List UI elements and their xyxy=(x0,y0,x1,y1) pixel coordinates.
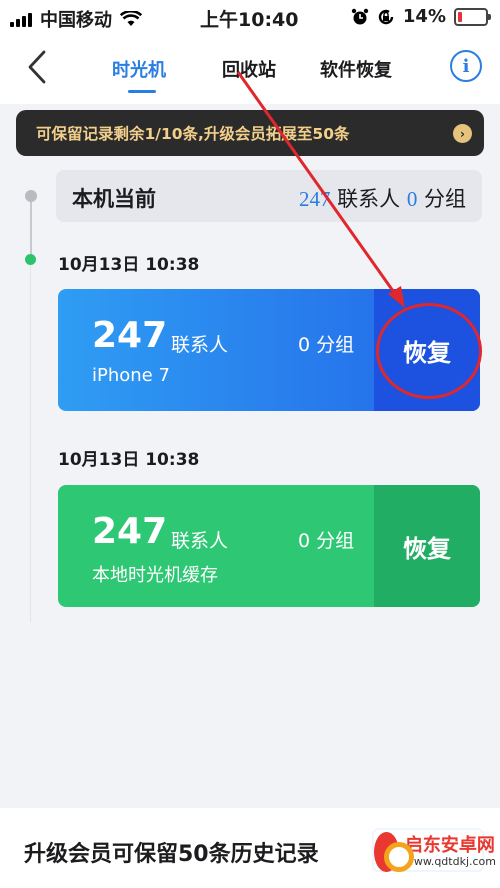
watermark-text: 启东安卓网 www.qdtdkj.com xyxy=(405,836,496,868)
upgrade-banner[interactable]: 可保留记录剩余1/10条,升级会员拓展至50条 › xyxy=(16,110,484,156)
watermark-title: 启东安卓网 xyxy=(404,835,495,857)
current-title: 本机当前 xyxy=(72,187,156,211)
upgrade-hint: 升级会员可保留50条历史记录 xyxy=(24,842,319,867)
info-icon[interactable]: i xyxy=(450,50,482,82)
current-device-card: 本机当前 247 联系人 0 分组 xyxy=(56,170,482,222)
status-bar: 中国移动 上午10:40 14% xyxy=(0,0,500,34)
battery-icon xyxy=(454,7,491,26)
back-chevron-icon[interactable] xyxy=(24,48,52,86)
current-groups-count: 0 xyxy=(406,187,418,211)
orientation-lock-icon xyxy=(378,9,394,24)
status-right: 14% xyxy=(351,6,491,27)
record-date: 10月13日 10:38 xyxy=(58,255,200,275)
timeline-dot-record xyxy=(25,254,36,265)
battery-percent: 14% xyxy=(402,6,446,27)
record-groups: 0 分组 xyxy=(298,530,355,552)
record-groups: 0 分组 xyxy=(298,334,355,356)
current-groups-label: 分组 xyxy=(424,187,466,211)
current-stats: 247 联系人 0 分组 xyxy=(299,183,466,213)
record-contacts-count: 247 xyxy=(92,315,168,356)
wifi-icon xyxy=(120,11,142,26)
tab-time-machine[interactable]: 时光机 xyxy=(112,56,166,82)
tab-software-recovery[interactable]: 软件恢复 xyxy=(320,56,392,82)
current-contacts-label: 联系人 xyxy=(337,187,401,211)
record-source: iPhone 7 xyxy=(92,365,170,386)
signal-icon xyxy=(10,11,32,27)
record-contacts-label: 联系人 xyxy=(171,530,229,552)
clock: 上午10:40 xyxy=(200,9,299,31)
backup-record-card[interactable]: 247 联系人 0 分组 本地时光机缓存 恢复 xyxy=(58,485,480,607)
record-contacts-label: 联系人 xyxy=(171,334,229,356)
current-contacts-count: 247 xyxy=(298,187,331,211)
record-date: 10月13日 10:38 xyxy=(58,450,200,470)
status-left: 中国移动 xyxy=(10,6,142,32)
watermark: 启东安卓网 www.qdtdkj.com xyxy=(370,822,496,882)
record-source: 本地时光机缓存 xyxy=(92,565,218,586)
active-tab-indicator xyxy=(128,90,156,93)
carrier-label: 中国移动 xyxy=(40,10,112,31)
chevron-right-icon[interactable]: › xyxy=(453,124,472,143)
watermark-logo-icon xyxy=(374,832,414,872)
nav-bar: 时光机 回收站 软件恢复 i xyxy=(0,34,500,104)
banner-text: 可保留记录剩余1/10条,升级会员拓展至50条 xyxy=(36,125,350,143)
restore-button[interactable]: 恢复 xyxy=(374,485,480,607)
tab-recycle-bin[interactable]: 回收站 xyxy=(222,56,276,82)
timeline-dot-current xyxy=(25,190,37,202)
annotation-circle xyxy=(376,303,482,399)
record-contacts-count: 247 xyxy=(92,511,168,552)
watermark-url: www.qdtdkj.com xyxy=(404,854,496,868)
timeline-line xyxy=(30,262,31,622)
alarm-icon xyxy=(351,8,369,24)
timeline-connector xyxy=(30,196,32,258)
